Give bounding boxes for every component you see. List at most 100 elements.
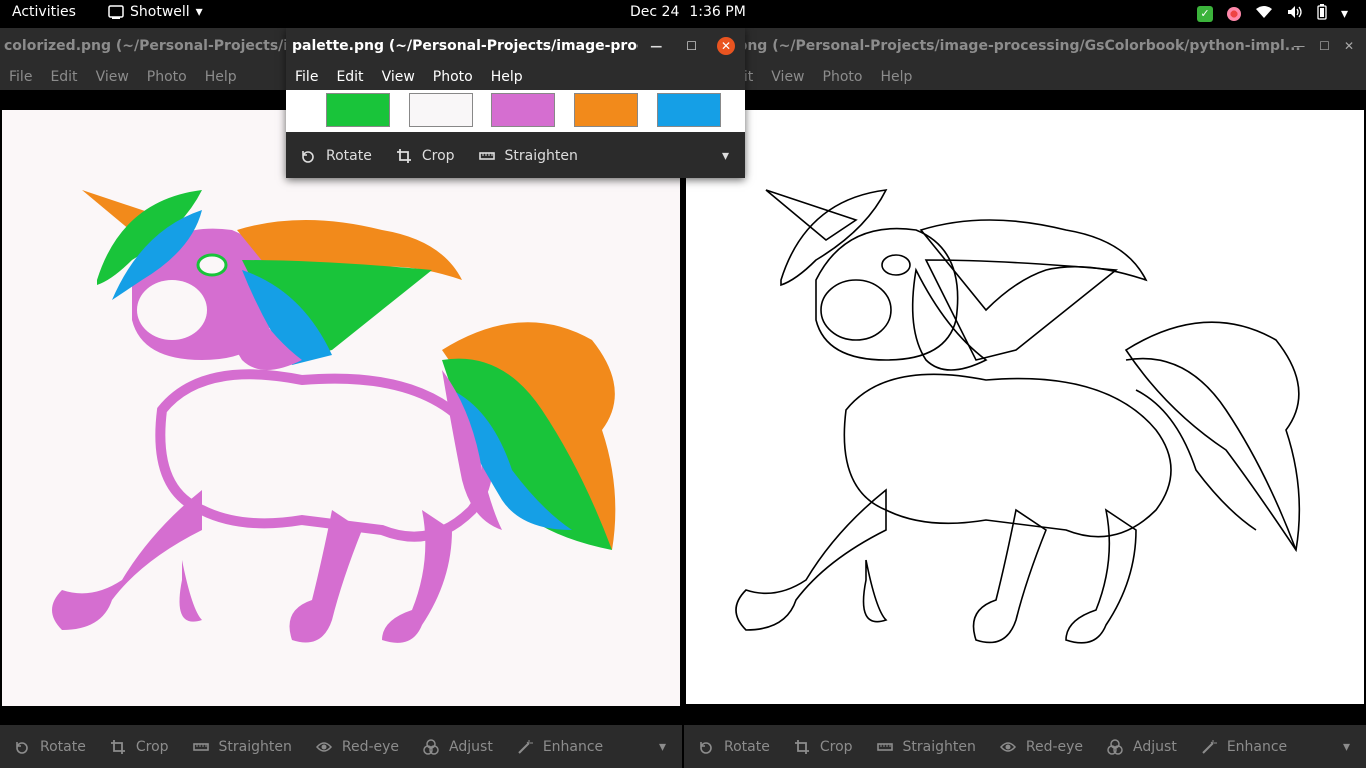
rotate-button[interactable]: Rotate — [698, 739, 770, 755]
palette-image[interactable] — [286, 90, 745, 132]
photo-edges[interactable] — [686, 110, 1364, 704]
adjust-icon — [423, 739, 439, 755]
crop-icon — [396, 149, 411, 163]
top-bar: Activities Shotwell ▾ Dec 24 1:36 PM ✓ ▾ — [0, 0, 1366, 27]
menu-photo[interactable]: Photo — [138, 69, 196, 85]
straighten-label: Straighten — [504, 148, 578, 164]
ruler-icon — [876, 743, 893, 751]
photo-viewport — [0, 90, 682, 725]
maximize-icon[interactable]: ☐ — [1319, 39, 1330, 53]
menu-help[interactable]: Help — [482, 69, 532, 85]
enhance-label: Enhance — [1226, 739, 1288, 755]
eye-icon — [999, 742, 1016, 752]
shield-check-icon[interactable]: ✓ — [1196, 6, 1213, 22]
eye-icon — [315, 742, 332, 752]
ruler-icon — [192, 743, 209, 751]
app-menu[interactable]: Shotwell ▾ — [108, 4, 203, 20]
rotate-button[interactable]: Rotate — [14, 739, 86, 755]
close-icon[interactable]: ✕ — [717, 37, 735, 55]
palette-swatch — [491, 93, 555, 127]
unicorn-colorized-image — [52, 190, 616, 643]
palette-swatch — [657, 93, 721, 127]
editing-toolbar: Rotate Crop Straighten Red-eye Adjust En… — [0, 726, 682, 768]
enhance-button[interactable]: Enhance — [1201, 739, 1287, 755]
crop-button[interactable]: Crop — [110, 739, 169, 755]
menu-photo[interactable]: Photo — [814, 69, 872, 85]
palette-swatch — [326, 93, 390, 127]
straighten-button[interactable]: Straighten — [192, 739, 292, 755]
pinwheel-icon[interactable] — [1226, 7, 1241, 21]
window-icon — [108, 5, 124, 19]
adjust-label: Adjust — [449, 739, 493, 755]
crop-icon — [794, 740, 809, 754]
menu-view[interactable]: View — [87, 69, 138, 85]
menu-bar: lit View Photo Help — [684, 64, 1366, 90]
system-tray[interactable]: ✓ ▾ — [1196, 4, 1348, 24]
menu-photo[interactable]: Photo — [424, 69, 482, 85]
photo-viewport — [684, 90, 1366, 725]
activities-button[interactable]: Activities — [12, 4, 76, 20]
rotate-icon — [302, 151, 314, 163]
crop-button[interactable]: Crop — [794, 739, 853, 755]
volume-icon[interactable] — [1287, 5, 1303, 23]
wifi-icon[interactable] — [1255, 5, 1273, 23]
clock[interactable]: Dec 24 1:36 PM — [630, 4, 756, 20]
menu-file[interactable]: File — [0, 69, 41, 85]
enhance-button[interactable]: Enhance — [517, 739, 603, 755]
chevron-down-icon: ▾ — [195, 4, 203, 20]
adjust-button[interactable]: Adjust — [423, 739, 493, 755]
menu-view[interactable]: View — [373, 69, 424, 85]
menu-bar: File Edit View Photo Help — [286, 64, 745, 90]
rotate-button[interactable]: Rotate — [300, 148, 372, 164]
minimize-icon[interactable]: — — [650, 39, 662, 53]
close-icon[interactable]: ✕ — [1344, 39, 1354, 53]
rotate-icon — [16, 742, 28, 754]
straighten-button[interactable]: Straighten — [478, 148, 578, 164]
menu-edit[interactable]: Edit — [41, 69, 86, 85]
crop-label: Crop — [135, 739, 169, 755]
straighten-label: Straighten — [218, 739, 292, 755]
adjust-icon — [1107, 739, 1123, 755]
right-window: .png (~/Personal-Projects/image-processi… — [684, 28, 1366, 768]
straighten-button[interactable]: Straighten — [876, 739, 976, 755]
palette-swatch — [574, 93, 638, 127]
editing-toolbar: Rotate Crop Straighten ▾ — [286, 134, 745, 178]
menu-help[interactable]: Help — [196, 69, 246, 85]
unicorn-edges-image — [735, 189, 1301, 644]
battery-icon[interactable] — [1317, 4, 1327, 24]
red-eye-button[interactable]: Red-eye — [315, 739, 400, 755]
chevron-down-icon[interactable]: ▾ — [659, 739, 666, 755]
enhance-label: Enhance — [542, 739, 604, 755]
chevron-down-icon[interactable]: ▾ — [722, 148, 729, 164]
rotate-label: Rotate — [326, 148, 372, 164]
window-title: palette.png (~/Personal-Projects/image-p… — [286, 28, 745, 64]
app-name: Shotwell — [130, 4, 190, 20]
red-eye-label: Red-eye — [1025, 739, 1084, 755]
palette-window: palette.png (~/Personal-Projects/image-p… — [286, 28, 745, 178]
photo-colorized[interactable] — [2, 110, 680, 706]
chevron-down-icon[interactable]: ▾ — [1343, 739, 1350, 755]
menu-view[interactable]: View — [762, 69, 813, 85]
minimize-icon[interactable]: — — [1293, 39, 1305, 53]
straighten-label: Straighten — [902, 739, 976, 755]
red-eye-label: Red-eye — [341, 739, 400, 755]
magic-wand-icon — [518, 740, 533, 754]
crop-button[interactable]: Crop — [396, 148, 455, 164]
editing-toolbar: Rotate Crop Straighten Red-eye Adjust En… — [684, 726, 1366, 768]
rotate-icon — [700, 742, 712, 754]
magic-wand-icon — [1202, 740, 1217, 754]
red-eye-button[interactable]: Red-eye — [999, 739, 1084, 755]
window-title-text: palette.png (~/Personal-Projects/image-p… — [292, 38, 638, 54]
chevron-down-icon[interactable]: ▾ — [1341, 6, 1348, 22]
menu-file[interactable]: File — [286, 69, 327, 85]
menu-help[interactable]: Help — [871, 69, 921, 85]
adjust-button[interactable]: Adjust — [1107, 739, 1177, 755]
maximize-icon[interactable]: ☐ — [686, 39, 697, 53]
crop-label: Crop — [421, 148, 455, 164]
ruler-icon — [478, 152, 495, 160]
time: 1:36 PM — [689, 4, 746, 20]
palette-swatch — [409, 93, 473, 127]
menu-edit[interactable]: Edit — [327, 69, 372, 85]
adjust-label: Adjust — [1133, 739, 1177, 755]
crop-label: Crop — [819, 739, 853, 755]
